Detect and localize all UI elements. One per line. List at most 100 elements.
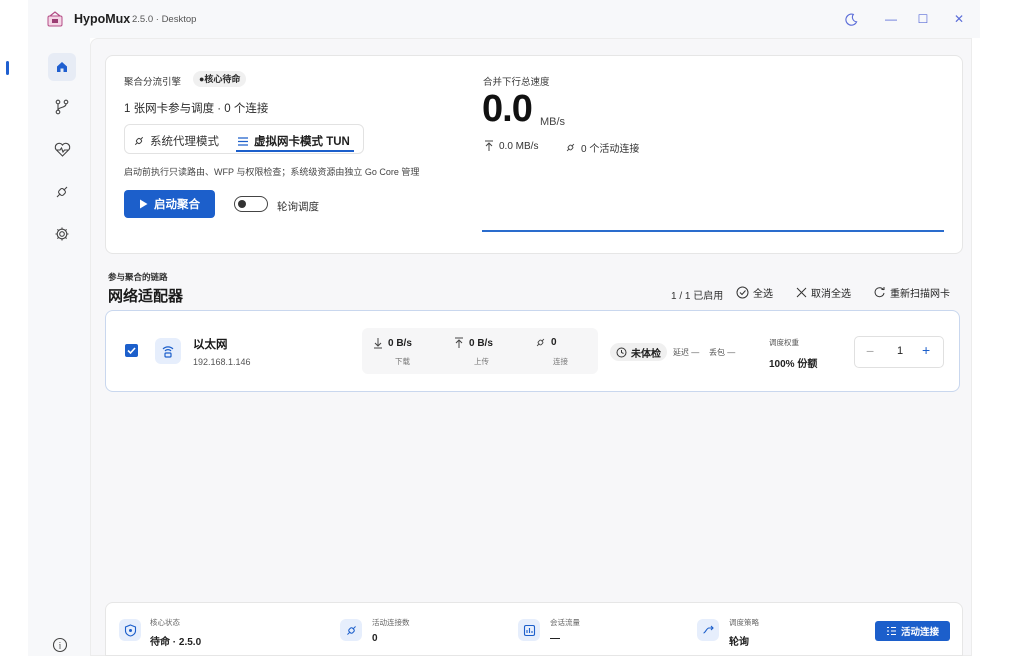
select-all-label: 全选: [753, 289, 773, 300]
home-icon: [57, 62, 67, 72]
active-connections-value: 0 个活动连接: [581, 144, 640, 155]
app-version: 2.5.0 · Desktop: [132, 14, 197, 25]
weight-increment-button[interactable]: +: [922, 342, 930, 358]
list-icon: [886, 626, 896, 636]
adapter-connections: 0: [535, 337, 557, 348]
check-circle-icon: [736, 286, 749, 299]
about-button[interactable]: i: [48, 633, 72, 656]
start-aggregation-button[interactable]: 启动聚合: [124, 190, 215, 218]
health-check-label: 未体检: [631, 348, 661, 360]
rescan-label: 重新扫描网卡: [890, 289, 950, 300]
plug-icon: [536, 338, 545, 347]
core-status-label: 核心状态: [150, 618, 180, 627]
active-nav-indicator: [6, 61, 9, 75]
adapter-download-label: 下载: [395, 357, 410, 366]
mode-tun-tab[interactable]: 虚拟网卡模式 TUN: [237, 133, 350, 149]
adapter-upload-label: 上传: [474, 357, 489, 366]
adapter-name: 以太网: [193, 339, 228, 351]
core-status-icon: [119, 619, 141, 641]
core-status-value: 待命 · 2.5.0: [150, 637, 202, 648]
session-traffic-label: 会话流量: [550, 618, 580, 627]
adapter-connections-value: 0: [551, 337, 557, 348]
gear-icon: [55, 227, 69, 241]
active-connections-summary: 0 个活动连接: [565, 140, 639, 155]
weight-value: 100% 份额: [769, 359, 818, 370]
engine-hint: 启动前执行只读路由、WFP 与权限检查；系统级资源由独立 Go Core 管理: [124, 167, 420, 177]
play-icon: [140, 199, 148, 209]
weight-label: 调度权重: [769, 338, 799, 347]
ethernet-icon: [155, 338, 181, 364]
sidebar-item-health[interactable]: [48, 136, 76, 164]
upload-speed-value: 0.0 MB/s: [499, 140, 539, 152]
arrow-down-icon: [374, 338, 382, 349]
refresh-icon: [874, 287, 885, 298]
mode-tun-underline: [236, 150, 354, 152]
arrow-up-icon: [485, 140, 493, 151]
health-check-badge: 未体检: [610, 343, 667, 361]
check-icon: [127, 347, 136, 355]
speed-label: 合并下行总速度: [483, 77, 550, 88]
app-name: HypoMux: [74, 12, 131, 26]
theme-toggle-button[interactable]: [840, 9, 862, 29]
speed-value: 0.0: [482, 88, 533, 130]
app-logo-icon: [47, 11, 63, 27]
session-traffic-icon: [518, 619, 540, 641]
toggle-knob: [238, 199, 246, 208]
weight-decrement-button[interactable]: −: [866, 343, 874, 359]
schedule-policy-label: 调度策略: [729, 618, 759, 627]
close-icon: [796, 287, 807, 298]
upload-speed: 0.0 MB/s: [484, 140, 538, 152]
engine-label: 聚合分流引擎: [124, 77, 182, 88]
plug-icon: [566, 143, 575, 152]
core-status-badge: ●核心待命: [193, 71, 247, 87]
adapter-upload-value: 0 B/s: [469, 337, 493, 349]
adapter-upload: 0 B/s: [454, 337, 493, 349]
menu-icon: [238, 136, 248, 146]
plug-icon: [134, 136, 144, 146]
weight-stepper-value[interactable]: 1: [897, 345, 903, 357]
engine-summary: 1 张网卡参与调度 · 0 个连接: [124, 103, 269, 115]
info-icon: i: [52, 637, 68, 653]
mode-proxy-tab[interactable]: 系统代理模式: [133, 133, 219, 149]
clock-icon: [616, 347, 627, 357]
rescan-adapters-button[interactable]: 重新扫描网卡: [873, 285, 950, 300]
branch-icon: [55, 99, 69, 115]
adapter-checkbox[interactable]: [125, 344, 138, 357]
sidebar-item-home[interactable]: [48, 53, 76, 81]
active-connections-button-label: 活动连接: [900, 627, 939, 638]
active-connections-icon: [340, 619, 362, 641]
adapter-connections-label: 连接: [553, 357, 568, 366]
app-window: HypoMux 2.5.0 · Desktop — ☐ ✕ i 聚合分流引擎 ●…: [0, 0, 1012, 656]
adapter-ip: 192.168.1.146: [193, 357, 251, 367]
sidebar-item-connections[interactable]: [48, 178, 76, 206]
speed-unit: MB/s: [540, 116, 566, 128]
minimize-button[interactable]: —: [880, 9, 902, 29]
sidebar-item-settings[interactable]: [48, 220, 76, 248]
sidebar-item-routes[interactable]: [48, 93, 76, 121]
mode-tun-label: 虚拟网卡模式 TUN: [254, 136, 350, 148]
schedule-policy-value: 轮询: [729, 637, 749, 648]
adapters-enabled-count: 1 / 1 已启用: [671, 291, 724, 302]
deselect-all-button[interactable]: 取消全选: [796, 285, 851, 300]
active-connections-button[interactable]: 活动连接: [875, 621, 950, 641]
round-robin-label: 轮询调度: [277, 201, 319, 213]
speed-sparkline: [482, 230, 944, 232]
adapter-traffic-stats: [362, 328, 598, 374]
maximize-button[interactable]: ☐: [912, 9, 934, 29]
round-robin-toggle[interactable]: [234, 196, 268, 212]
moon-icon: [844, 13, 857, 26]
adapters-title: 网络适配器: [108, 288, 184, 305]
close-button[interactable]: ✕: [948, 9, 970, 29]
adapter-download-value: 0 B/s: [388, 337, 412, 349]
deselect-all-label: 取消全选: [811, 289, 851, 300]
schedule-policy-icon: [697, 619, 719, 641]
plug-icon: [56, 186, 68, 198]
start-aggregation-label: 启动聚合: [154, 199, 200, 211]
select-all-button[interactable]: 全选: [736, 285, 773, 300]
adapters-section-label: 参与聚合的链路: [108, 272, 168, 282]
adapter-download: 0 B/s: [373, 337, 412, 349]
arrow-up-icon: [455, 337, 463, 348]
sidebar: [28, 38, 90, 656]
heart-pulse-icon: [54, 142, 70, 157]
title-bar: HypoMux 2.5.0 · Desktop — ☐ ✕: [28, 0, 980, 38]
